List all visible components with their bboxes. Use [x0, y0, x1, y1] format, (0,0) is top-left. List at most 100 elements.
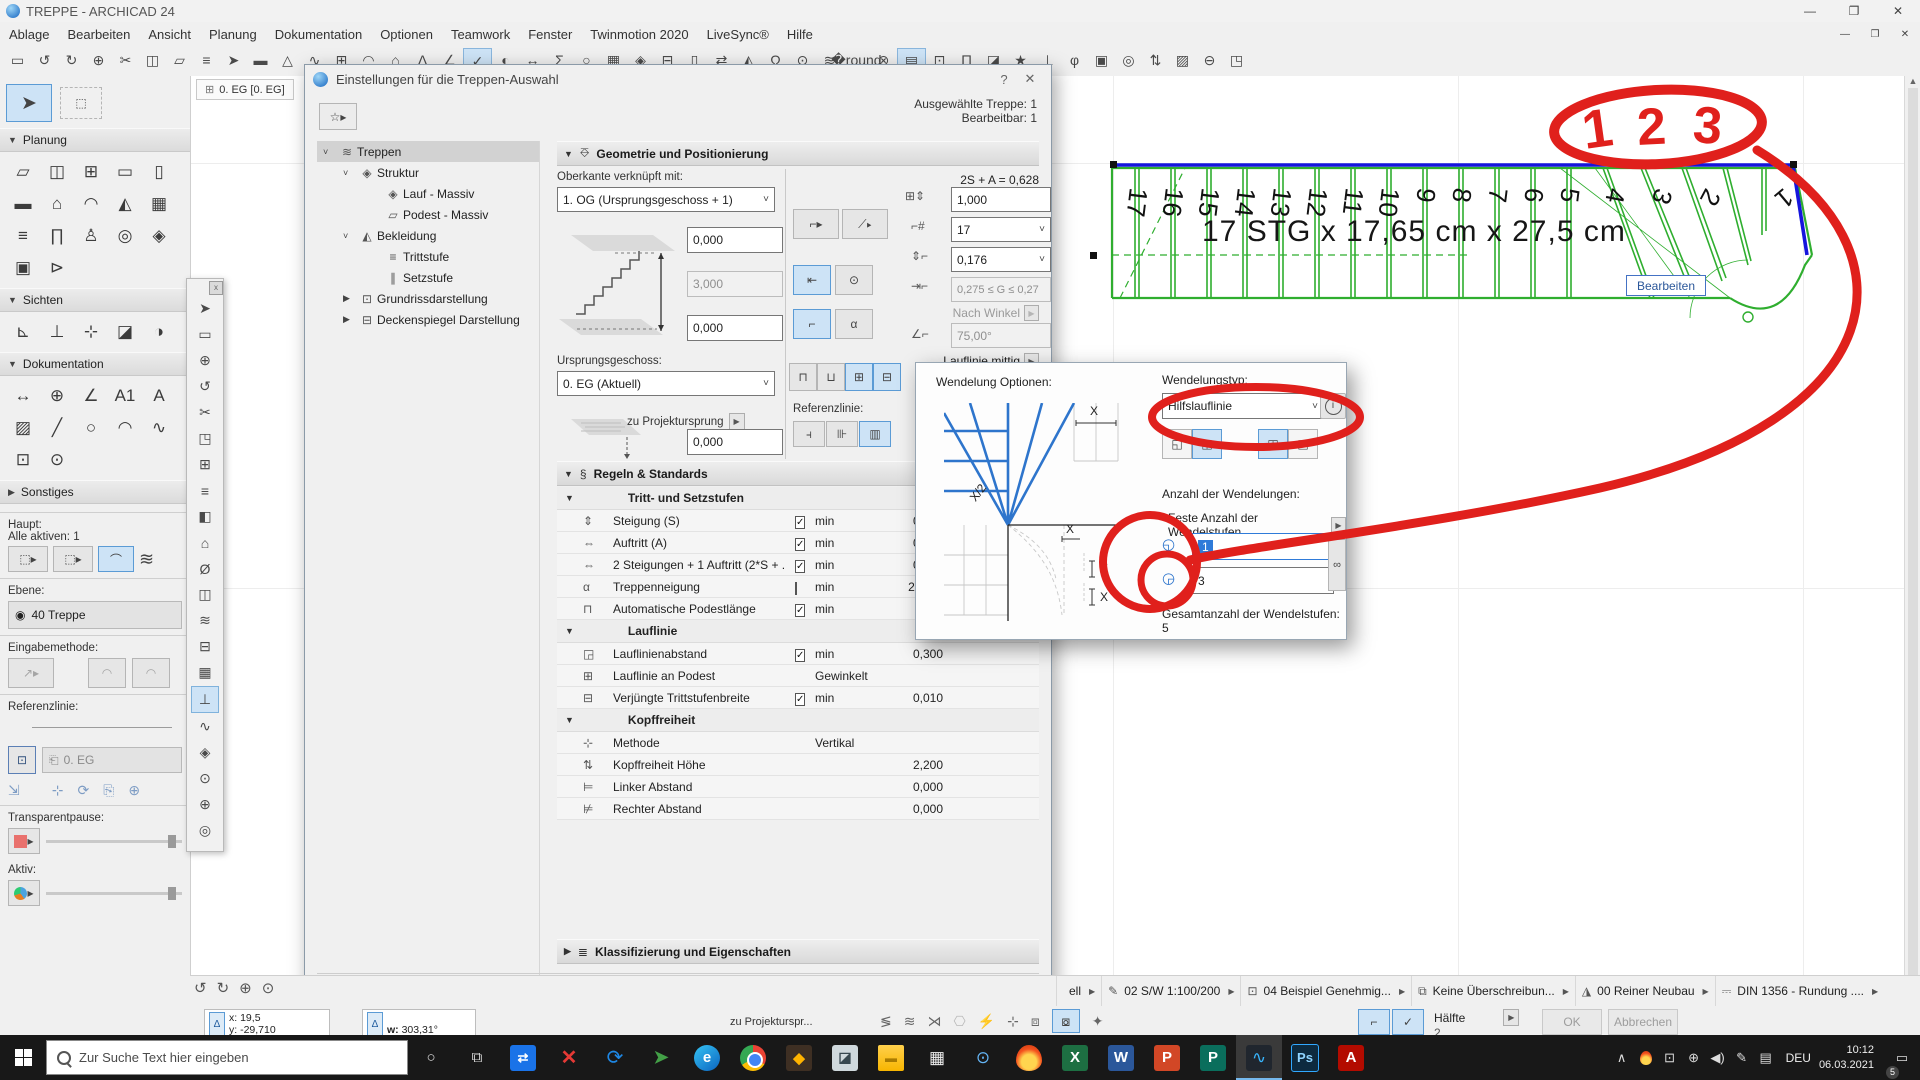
section-sonstiges[interactable]: ▶Sonstiges [0, 480, 190, 504]
minimize-button[interactable]: — [1788, 0, 1832, 22]
vertical-scrollbar[interactable]: ▲▼ [1904, 76, 1920, 1035]
taskbar-app[interactable]: ⧉ [454, 1035, 500, 1080]
mesh-tool[interactable]: ◈ [142, 220, 176, 252]
strip-icon[interactable]: ∿ [192, 714, 218, 739]
zoom-in-icon[interactable]: ⊕ [239, 979, 252, 997]
interior-elevation-tool[interactable]: ⊹ [74, 316, 108, 348]
riser-count-dropdown[interactable]: 17˅ [951, 217, 1051, 242]
rule-row[interactable]: ⊨Linker Abstand ✓ 0,000 [557, 776, 1039, 798]
input-method-a-button[interactable]: ◠ [88, 658, 126, 688]
rule-row[interactable]: ⊭Rechter Abstand ✓ 0,000 [557, 798, 1039, 820]
elevation-tool[interactable]: ⊥ [40, 316, 74, 348]
strip-icon[interactable]: ≋ [192, 608, 218, 633]
feste-anzahl-arrow[interactable]: ▶ [1331, 517, 1346, 534]
strip-icon[interactable]: ◧ [192, 504, 218, 529]
strip-icon[interactable]: ⊙ [192, 766, 218, 791]
toolbar-icon[interactable]: φ [1061, 48, 1088, 72]
strip-icon[interactable]: ⊥ [191, 686, 219, 713]
strip-icon[interactable]: ↺ [192, 374, 218, 399]
active-opacity-slider[interactable] [46, 892, 182, 895]
toolbar-icon[interactable]: ≡ [193, 48, 220, 72]
tray-volume-icon[interactable]: ◀) [1706, 1050, 1730, 1066]
rule-row[interactable]: ⊟Verjüngte Trittstufenbreite ✓ min0,010 [557, 687, 1039, 709]
edit-icon-b[interactable]: ≋ [904, 1013, 916, 1030]
tray-clock[interactable]: 10:1206.03.2021 [1819, 1043, 1884, 1073]
edit-icon-h[interactable]: ⧇ [1052, 1009, 1080, 1033]
tree-item[interactable]: ▱Podest - Massiv [317, 204, 539, 225]
ursprung-dropdown[interactable]: 0. EG (Aktuell)˅ [557, 371, 775, 396]
taskbar-app[interactable]: ○ [408, 1035, 454, 1080]
projekt-arrow-button[interactable]: ▶ [729, 413, 745, 430]
toolbar-icon[interactable]: △ [274, 48, 301, 72]
oberkante-dropdown[interactable]: 1. OG (Ursprungsgeschoss + 1)˅ [557, 187, 775, 212]
quick-option[interactable]: ⧉Keine Überschreibun...▶ [1411, 976, 1575, 1006]
angle-toggle[interactable]: α [835, 309, 873, 339]
toolbar-icon[interactable]: ◫ [139, 48, 166, 72]
marker-tool[interactable]: ⊙ [40, 444, 74, 476]
layer-field[interactable]: ◉ 40 Treppe [8, 601, 182, 629]
magic-wand-icon[interactable]: ✦ [1092, 1013, 1104, 1030]
haelfte-arrow[interactable]: ▶ [1503, 1009, 1519, 1026]
strip-icon[interactable]: ⊞ [192, 452, 218, 477]
section-planung[interactable]: ▼Planung [0, 128, 190, 152]
menu-item[interactable]: Bearbeiten [58, 22, 139, 46]
toolbar-icon[interactable]: ↻ [58, 48, 85, 72]
toolbar-icon[interactable]: ✂ [112, 48, 139, 72]
text-tool[interactable]: A [142, 380, 176, 412]
optimize-zoom-icon[interactable]: ⊙ [262, 979, 275, 997]
taskbar-app[interactable]: X [1052, 1035, 1098, 1080]
turn-type-1-toggle[interactable]: ◱ [1162, 429, 1192, 459]
document3d-tool[interactable]: ◑ [142, 316, 176, 348]
window-tool[interactable]: ⊞ [74, 156, 108, 188]
toolbar-icon[interactable]: ▭ [4, 48, 31, 72]
taskbar-app[interactable]: ✕ [546, 1035, 592, 1080]
strip-icon[interactable]: ⊕ [192, 348, 218, 373]
tray-flame-icon[interactable] [1634, 1051, 1658, 1065]
lamp-tool[interactable]: ◎ [108, 220, 142, 252]
arrow-tool[interactable]: ➤ [6, 84, 52, 122]
quick-option[interactable]: ✎02 S/W 1:100/200▶ [1101, 976, 1240, 1006]
dialog-close-button[interactable]: ✕ [1017, 71, 1043, 87]
taskbar-app[interactable] [1006, 1035, 1052, 1080]
tree-item[interactable]: ◈Lauf - Massiv [317, 183, 539, 204]
beam-tool[interactable]: ▬ [6, 188, 40, 220]
width-input[interactable]: 1,000 [951, 187, 1051, 212]
slab-tool[interactable]: ▭ [108, 156, 142, 188]
edit-icon-g[interactable]: ⧈ [1031, 1013, 1040, 1030]
wendelungstyp-dropdown[interactable]: Hilfslauflinie˅ [1162, 393, 1324, 419]
tree-item[interactable]: ˅◈Struktur [317, 162, 539, 183]
tray-network-icon[interactable]: ⊕ [1682, 1050, 1706, 1066]
strip-icon[interactable]: ◈ [192, 740, 218, 765]
label-tool[interactable]: A1 [108, 380, 142, 412]
undo-icon[interactable]: ↺ [194, 979, 207, 997]
quick-option[interactable]: ⊡04 Beispiel Genehmig...▶ [1240, 976, 1411, 1006]
taskbar-app[interactable]: A [1328, 1035, 1374, 1080]
line-tool[interactable]: ╱ [40, 412, 74, 444]
rule-row[interactable]: ⊹Methode ✓ Vertikal [557, 732, 1039, 754]
projekt-input[interactable]: 0,000 [687, 429, 783, 455]
edit-icon-f[interactable]: ⊹ [1007, 1013, 1019, 1030]
refline-right-toggle[interactable]: ▥ [859, 421, 891, 447]
transform-multiply-icon[interactable]: ⊕ [128, 782, 140, 799]
height-auto-toggle[interactable]: ⌐ [793, 309, 831, 339]
turn-type-4-toggle[interactable]: ◳ [1288, 429, 1318, 459]
delta-icon[interactable]: Δ [367, 1012, 383, 1036]
strip-icon[interactable]: ≡ [192, 478, 218, 503]
transform-move-icon[interactable]: ⇲ [8, 782, 20, 799]
transform-mirror-icon[interactable]: ⎘ [103, 782, 114, 799]
menu-item[interactable]: Dokumentation [266, 22, 371, 46]
taskbar-app[interactable]: ◆ [776, 1035, 822, 1080]
edit-icon-c[interactable]: ⋊ [927, 1013, 941, 1030]
column-tool[interactable]: ▯ [142, 156, 176, 188]
tree-item[interactable]: ˅≋Treppen [317, 141, 539, 162]
dialog-title-bar[interactable]: Einstellungen für die Treppen-Auswahl ? … [305, 65, 1051, 93]
transform-drag-icon[interactable]: ⊹ [52, 782, 64, 799]
rule-row[interactable]: ⇅Kopffreiheit Höhe ✓ 2,200 [557, 754, 1039, 776]
strip-icon[interactable]: ◎ [192, 818, 218, 843]
active-color-swatch[interactable]: ▸ [8, 880, 40, 906]
toolbar-icon[interactable]: ➤ [220, 48, 247, 72]
menu-item[interactable]: Ansicht [139, 22, 200, 46]
edit-icon-a[interactable]: ≶ [880, 1013, 892, 1030]
tray-battery-icon[interactable]: ⊡ [1658, 1050, 1682, 1066]
taskbar-app[interactable]: ▦ [914, 1035, 960, 1080]
